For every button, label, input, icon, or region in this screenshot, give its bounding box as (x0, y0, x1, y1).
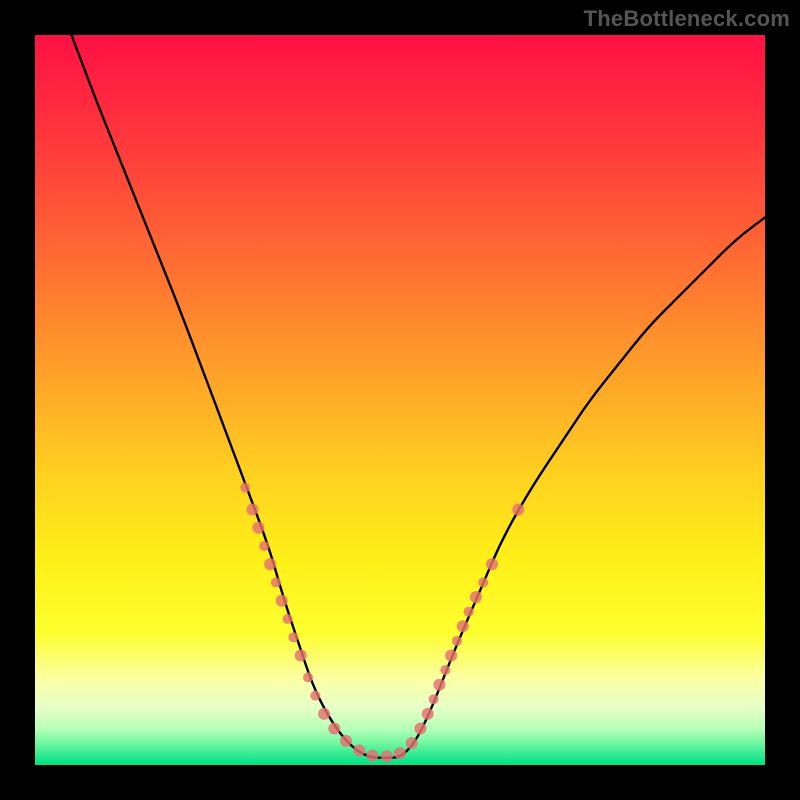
data-dot (394, 747, 406, 759)
data-dot (452, 636, 462, 646)
plot-area (35, 35, 765, 765)
bottleneck-curve (72, 35, 766, 758)
data-dot (240, 483, 250, 493)
curve-layer (35, 35, 765, 765)
data-dot (478, 578, 488, 588)
data-dot (440, 665, 450, 675)
data-dot (318, 708, 330, 720)
data-dot (340, 735, 352, 747)
data-dot (283, 614, 293, 624)
data-dot (247, 504, 259, 516)
data-dot (433, 679, 445, 691)
data-dot (464, 607, 474, 617)
data-dot (470, 591, 482, 603)
data-dot (381, 750, 393, 762)
data-dot (276, 595, 288, 607)
data-dot (486, 558, 498, 570)
data-dot (406, 737, 418, 749)
data-dot (271, 578, 281, 588)
data-dot (429, 694, 439, 704)
data-dot (414, 723, 426, 735)
watermark-text: TheBottleneck.com (584, 6, 790, 32)
data-dot (457, 620, 469, 632)
data-dot (512, 504, 524, 516)
data-dot (422, 708, 434, 720)
data-dot (328, 723, 340, 735)
data-dot (252, 522, 264, 534)
data-dot (445, 650, 457, 662)
data-dot (353, 744, 365, 756)
data-dot (288, 632, 298, 642)
data-dot (264, 558, 276, 570)
data-dot (295, 650, 307, 662)
chart-container: TheBottleneck.com (0, 0, 800, 800)
data-dot (366, 750, 378, 762)
data-dot (310, 691, 320, 701)
data-dot (303, 672, 313, 682)
data-dot (259, 541, 269, 551)
